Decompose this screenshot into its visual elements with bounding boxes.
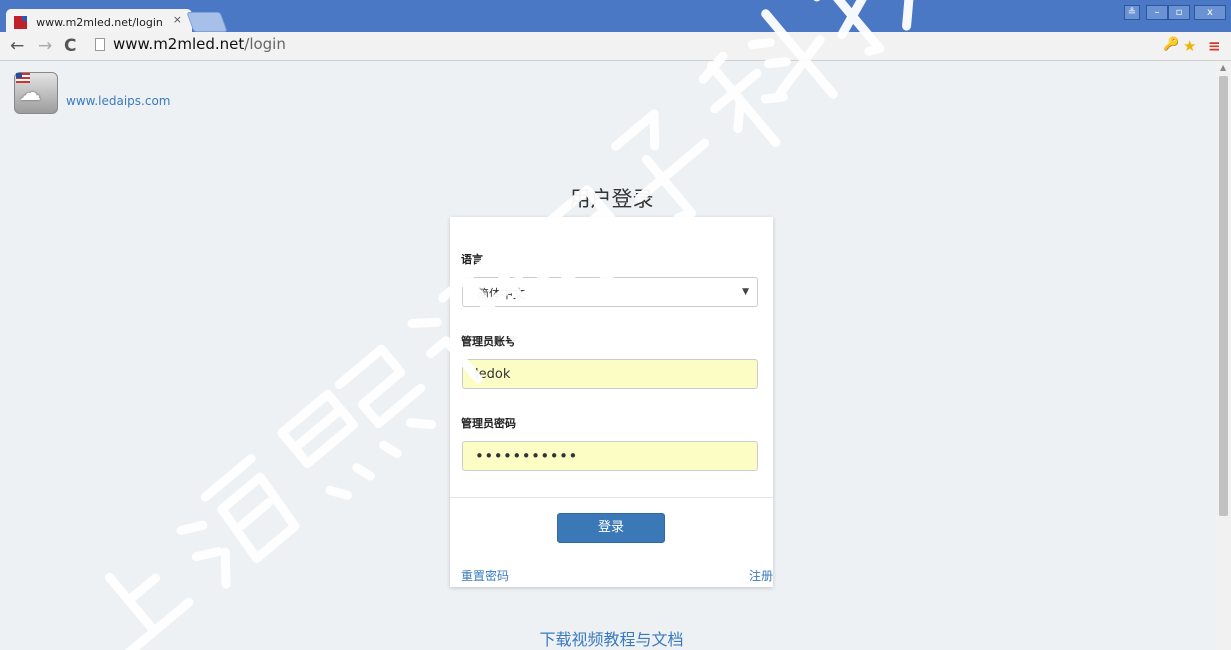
browser-toolbar: ← → C www.m2mled.net/login 🔑 ★ ≡ <box>0 32 1231 61</box>
site-link[interactable]: www.ledaips.com <box>66 94 171 108</box>
download-docs-link[interactable]: 下载视频教程与文档 <box>450 626 773 650</box>
tab-close-icon[interactable]: × <box>173 13 182 26</box>
profile-icon[interactable]: ≗ <box>1124 5 1140 20</box>
page-icon <box>95 38 105 51</box>
scroll-up-icon[interactable]: ▲ <box>1220 63 1226 72</box>
url-text: www.m2mled.net/login <box>113 35 286 53</box>
minimize-button[interactable]: – <box>1146 5 1168 20</box>
password-label: 管理员密码 <box>461 417 516 430</box>
tab-login[interactable]: www.m2mled.net/login × <box>6 9 192 32</box>
url-path: /login <box>244 35 286 53</box>
site-favicon-icon <box>14 16 27 29</box>
page-content: ☁ www.ledaips.com 用户登录 语言 简体中文 ▼ 管理员账号 l… <box>0 61 1216 650</box>
forward-arrow-icon[interactable]: → <box>38 36 52 56</box>
url-host: www.m2mled.net <box>113 35 245 53</box>
reload-icon[interactable]: C <box>64 36 76 56</box>
key-icon[interactable]: 🔑 <box>1163 37 1179 52</box>
divider <box>450 497 773 498</box>
scrollbar-thumb[interactable] <box>1219 76 1228 516</box>
account-input[interactable]: ledok <box>462 359 758 389</box>
cloud-icon: ☁ <box>19 81 41 106</box>
login-card: 语言 简体中文 ▼ 管理员账号 ledok 管理员密码 ••••••••••• … <box>450 217 773 587</box>
language-label: 语言 <box>461 253 483 266</box>
account-label: 管理员账号 <box>461 335 516 348</box>
bookmark-star-icon[interactable]: ★ <box>1183 37 1196 55</box>
vertical-scrollbar[interactable]: ▲ <box>1216 61 1231 650</box>
language-select[interactable]: 简体中文 ▼ <box>462 277 758 307</box>
password-input[interactable]: ••••••••••• <box>462 441 758 471</box>
tab-title: www.m2mled.net/login <box>36 16 163 29</box>
back-arrow-icon[interactable]: ← <box>10 36 24 56</box>
login-button[interactable]: 登录 <box>557 513 665 543</box>
language-value: 简体中文 <box>477 287 526 301</box>
login-title: 用户登录 <box>569 187 654 211</box>
address-bar[interactable]: www.m2mled.net/login <box>93 35 1153 56</box>
register-link[interactable]: 注册 <box>749 567 773 584</box>
menu-icon[interactable]: ≡ <box>1208 37 1221 55</box>
close-window-button[interactable]: x <box>1194 5 1226 20</box>
tab-strip: www.m2mled.net/login × ≗ – ▫ x <box>0 0 1231 32</box>
us-flag-icon[interactable] <box>16 73 30 83</box>
reset-password-link[interactable]: 重置密码 <box>461 567 509 584</box>
new-tab-button[interactable] <box>186 12 228 32</box>
chevron-down-icon: ▼ <box>742 287 749 297</box>
restore-button[interactable]: ▫ <box>1168 5 1190 20</box>
